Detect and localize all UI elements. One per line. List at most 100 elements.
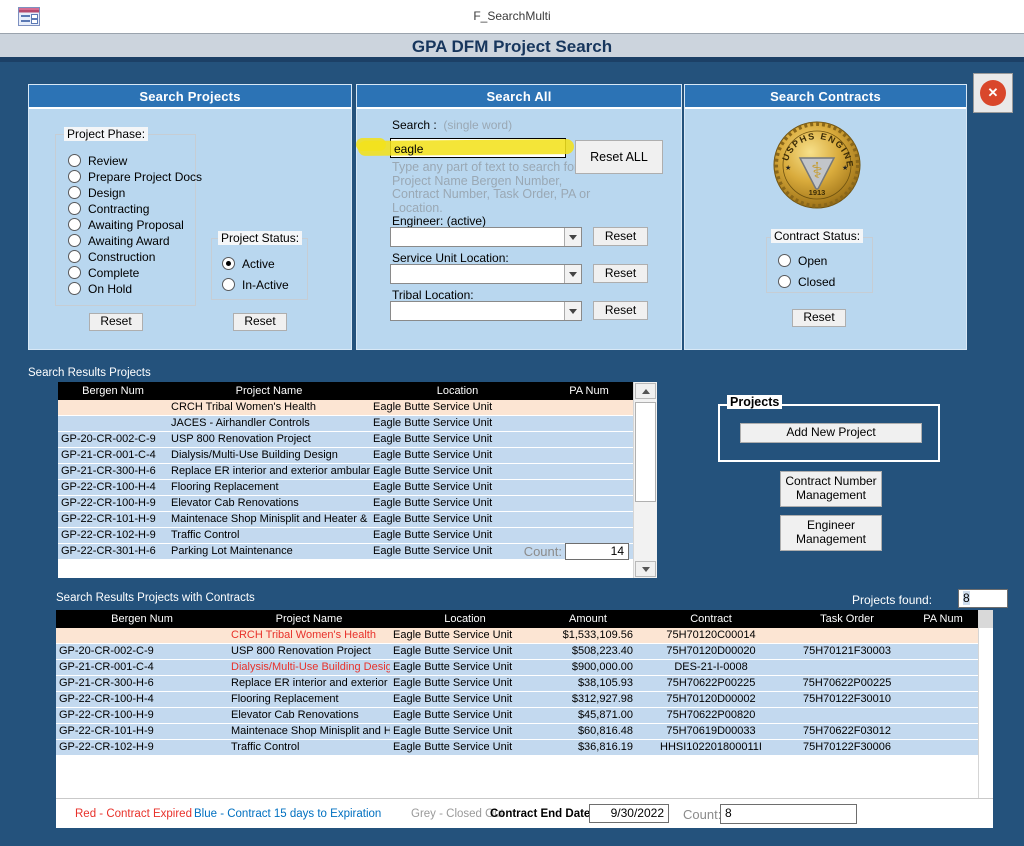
cell-project: CRCH Tribal Women's Health xyxy=(231,629,376,641)
cell-pa xyxy=(545,400,633,415)
table-row[interactable]: GP-22-CR-102-H-9 Traffic Control Eagle But… xyxy=(58,528,657,544)
radio-status-inactive[interactable]: In-Active xyxy=(222,276,289,292)
scroll-down-button[interactable] xyxy=(635,561,656,577)
radio-phase-prepare-project-docs[interactable]: Prepare Project Docs xyxy=(68,168,202,184)
legend-blue: Blue - Contract 15 days to Expiration xyxy=(194,808,382,820)
status-reset-button[interactable]: Reset xyxy=(233,313,287,331)
radio-phase-review[interactable]: Review xyxy=(68,152,127,168)
column-header-location: Location xyxy=(436,385,479,397)
table-row[interactable]: GP-21-CR-001-C-4 Dialysis/Multi-Use Build… xyxy=(56,660,993,676)
reset-all-button[interactable]: Reset ALL xyxy=(575,140,663,174)
cell-location: Eagle Butte Service Unit xyxy=(373,481,493,493)
table-row[interactable]: GP-21-CR-300-H-6 Replace ER interior and … xyxy=(58,464,657,480)
radio-phase-contracting[interactable]: Contracting xyxy=(68,200,149,216)
cell-amount: $1,533,109.56 xyxy=(562,629,633,641)
projects-found-value[interactable]: 8 xyxy=(958,589,1008,608)
projects-count-value[interactable]: 14 xyxy=(565,543,629,560)
radio-circle-icon[interactable] xyxy=(778,275,791,289)
page-title: GPA DFM Project Search xyxy=(411,37,613,56)
table-row[interactable]: GP-21-CR-300-H-6 Replace ER interior and … xyxy=(56,676,993,692)
radio-circle-icon[interactable] xyxy=(68,250,81,264)
engineer-combo[interactable] xyxy=(390,227,582,247)
table-row[interactable]: GP-22-CR-102-H-9 Traffic Control Eagle But… xyxy=(56,740,993,756)
cell-pa xyxy=(545,416,633,431)
cell-location: Eagle Butte Service Unit xyxy=(373,465,493,477)
contract-reset-button[interactable]: Reset xyxy=(792,309,846,327)
radio-circle-icon[interactable] xyxy=(68,202,81,216)
cell-bergen: GP-20-CR-002-C-9 xyxy=(61,433,156,445)
radio-circle-icon[interactable] xyxy=(68,234,81,248)
cell-pa xyxy=(908,692,978,707)
cell-bergen: GP-21-CR-001-C-4 xyxy=(61,449,156,461)
cell-task_order xyxy=(786,708,908,723)
table-row[interactable]: CRCH Tribal Women's Health Eagle Butte Se… xyxy=(56,628,993,644)
radio-phase-construction[interactable]: Construction xyxy=(68,248,155,264)
cell-bergen: GP-21-CR-001-C-4 xyxy=(59,661,154,673)
tribal-combo[interactable] xyxy=(390,301,582,321)
contract-number-management-button[interactable]: Contract Number Management xyxy=(780,471,882,507)
scrollbar-thumb[interactable] xyxy=(635,402,656,502)
radio-circle-icon[interactable] xyxy=(778,254,791,268)
cell-pa xyxy=(545,464,633,479)
phase-reset-button[interactable]: Reset xyxy=(89,313,143,331)
radio-circle-icon[interactable] xyxy=(68,282,81,296)
radio-contract-closed[interactable]: Closed xyxy=(778,273,835,289)
tribal-reset-button[interactable]: Reset xyxy=(593,301,648,320)
table-row[interactable]: CRCH Tribal Women's Health Eagle Butte Se… xyxy=(58,400,657,416)
projects-table-scrollbar[interactable] xyxy=(633,382,657,578)
radio-phase-awaiting-proposal[interactable]: Awaiting Proposal xyxy=(68,216,184,232)
radio-status-active[interactable]: Active xyxy=(222,255,275,271)
service-unit-reset-button[interactable]: Reset xyxy=(593,264,648,283)
scroll-up-button[interactable] xyxy=(635,383,656,399)
radio-circle-icon[interactable] xyxy=(222,278,235,292)
panel-search-all-title: Search All xyxy=(357,85,681,109)
cell-task_order: 75H70121F30003 xyxy=(802,645,892,657)
contracts-table-scrollbar[interactable] xyxy=(978,610,993,798)
radio-phase-awaiting-award[interactable]: Awaiting Award xyxy=(68,232,170,248)
cell-pa xyxy=(545,528,633,543)
service-unit-combo-dropdown[interactable] xyxy=(564,265,581,283)
cell-contract: 75H70622P00225 xyxy=(666,677,756,689)
engineer-reset-button[interactable]: Reset xyxy=(593,227,648,246)
radio-circle-icon[interactable] xyxy=(68,218,81,232)
close-button[interactable]: ✕ xyxy=(973,73,1013,113)
service-unit-combo[interactable] xyxy=(390,264,582,284)
radio-phase-complete[interactable]: Complete xyxy=(68,264,139,280)
radio-phase-design[interactable]: Design xyxy=(68,184,125,200)
radio-phase-on-hold[interactable]: On Hold xyxy=(68,280,132,296)
cell-project: JACES - Airhandler Controls xyxy=(171,417,310,429)
table-row[interactable]: GP-20-CR-002-C-9 USP 800 Renovation Proje… xyxy=(58,432,657,448)
radio-circle-icon[interactable] xyxy=(68,266,81,280)
table-row[interactable]: GP-22-CR-100-H-4 Flooring Replacement Eagl… xyxy=(58,480,657,496)
radio-contract-open[interactable]: Open xyxy=(778,252,827,268)
radio-selected-icon[interactable] xyxy=(222,257,235,271)
add-new-project-button[interactable]: Add New Project xyxy=(740,423,922,443)
cell-pa xyxy=(545,432,633,447)
table-row[interactable]: GP-22-CR-100-H-4 Flooring Replacement Eagl… xyxy=(56,692,993,708)
table-row[interactable]: GP-22-CR-100-H-9 Elevator Cab Renovations… xyxy=(56,708,993,724)
contract-end-date-value[interactable]: 9/30/2022 xyxy=(589,804,669,823)
cell-location: Eagle Butte Service Unit xyxy=(373,417,493,429)
cell-bergen xyxy=(56,628,228,643)
engineer-combo-dropdown[interactable] xyxy=(564,228,581,246)
tab-title[interactable]: F_SearchMulti xyxy=(0,9,1024,23)
table-row[interactable]: GP-22-CR-101-H-9 Maintenace Shop Minispli… xyxy=(56,724,993,740)
radio-circle-icon[interactable] xyxy=(68,154,81,168)
contracts-count-value[interactable]: 8 xyxy=(720,804,857,824)
radio-circle-icon[interactable] xyxy=(68,170,81,184)
table-row[interactable]: JACES - Airhandler Controls Eagle Butte S… xyxy=(58,416,657,432)
legend-red: Red - Contract Expired xyxy=(75,808,192,820)
results-projects-label: Search Results Projects xyxy=(28,367,151,379)
cell-location: Eagle Butte Service Unit xyxy=(393,709,513,721)
table-row[interactable]: GP-22-CR-101-H-9 Maintenace Shop Minispli… xyxy=(58,512,657,528)
table-row[interactable]: GP-21-CR-001-C-4 Dialysis/Multi-Use Build… xyxy=(58,448,657,464)
cell-pa xyxy=(908,708,978,723)
table-row[interactable]: GP-20-CR-002-C-9 USP 800 Renovation Proje… xyxy=(56,644,993,660)
search-hint: (single word) xyxy=(443,118,513,132)
cell-pa xyxy=(545,448,633,463)
table-row[interactable]: GP-22-CR-100-H-9 Elevator Cab Renovations… xyxy=(58,496,657,512)
project-status-label: Project Status: xyxy=(218,231,303,245)
engineer-management-button[interactable]: Engineer Management xyxy=(780,515,882,551)
radio-circle-icon[interactable] xyxy=(68,186,81,200)
tribal-combo-dropdown[interactable] xyxy=(564,302,581,320)
